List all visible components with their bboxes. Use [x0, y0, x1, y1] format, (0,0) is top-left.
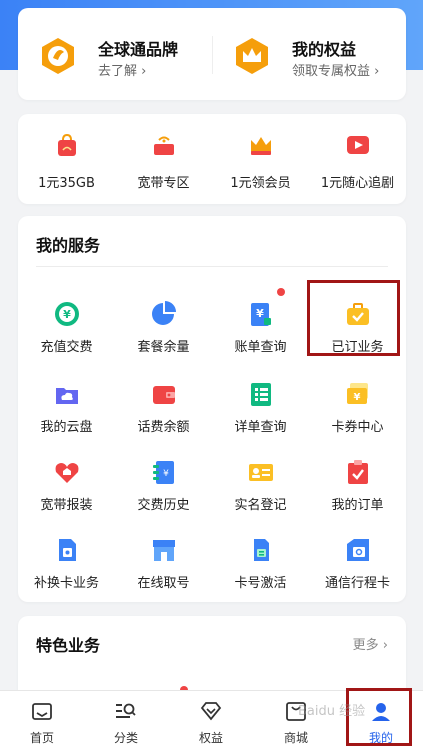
- watermark: Baidu 经验: [298, 704, 366, 719]
- service-label: 补换卡业务: [33, 576, 99, 591]
- travel-card-icon: [347, 539, 369, 561]
- list-detail-icon: [251, 383, 271, 406]
- sim-activate-icon: [254, 539, 269, 561]
- promo-video[interactable]: 1元随心追剧: [309, 114, 406, 204]
- section-title: 我的服务: [36, 236, 101, 255]
- coupon-icon: ¥: [347, 383, 368, 404]
- service-travel-card[interactable]: 通信行程卡: [309, 532, 406, 602]
- nav-label: 分类: [113, 731, 138, 745]
- global-brand-entry[interactable]: 全球通品牌 去了解 ›: [18, 8, 212, 100]
- my-services-card: 我的服务 ¥ 充值交费 套餐余量 ¥ 账单查询 已订业务 我的云盘 话费余额 详…: [18, 216, 406, 602]
- service-real-name-register[interactable]: 实名登记: [212, 454, 309, 524]
- service-cloud-disk[interactable]: 我的云盘: [18, 376, 115, 446]
- service-label: 卡券中心: [331, 420, 384, 435]
- highlight-annotation-box: [307, 280, 400, 356]
- svg-text:¥: ¥: [63, 308, 71, 321]
- service-label: 我的订单: [331, 498, 384, 513]
- service-label: 在线取号: [137, 576, 190, 591]
- promo-label: 宽带专区: [137, 176, 190, 191]
- more-link[interactable]: 更多 ›: [353, 634, 388, 653]
- divider: [36, 266, 388, 267]
- wallet-icon: [153, 386, 175, 404]
- service-label: 话费余额: [137, 420, 190, 435]
- service-label: 实名登记: [234, 498, 287, 513]
- service-label: 套餐余量: [137, 340, 190, 355]
- id-card-icon: [249, 464, 273, 481]
- service-label: 充值交费: [40, 340, 93, 355]
- service-broadband-install[interactable]: 宽带报装: [18, 454, 115, 524]
- service-label: 通信行程卡: [324, 576, 390, 591]
- category-search-icon: [116, 703, 136, 718]
- home-broadband-icon: [55, 463, 79, 483]
- promo-vip[interactable]: 1元领会员: [212, 114, 309, 204]
- promo-label: 1元随心追剧: [320, 176, 395, 191]
- service-coupon-center[interactable]: ¥ 卡券中心: [309, 376, 406, 446]
- bill-icon: ¥: [251, 303, 271, 326]
- svg-text:¥: ¥: [354, 392, 361, 403]
- nav-home[interactable]: 首页: [0, 691, 84, 753]
- cloud-folder-icon: [56, 388, 78, 404]
- service-label: 详单查询: [234, 420, 287, 435]
- order-clipboard-icon: [348, 460, 368, 484]
- nav-label: 商城: [283, 731, 308, 745]
- sim-card-icon: [59, 539, 76, 561]
- crown-icon: [236, 38, 268, 74]
- service-my-orders[interactable]: 我的订单: [309, 454, 406, 524]
- service-label: 账单查询: [234, 340, 287, 355]
- nav-label: 首页: [29, 731, 54, 745]
- diamond-icon: [200, 702, 222, 721]
- my-rights-title: 我的权益: [292, 40, 357, 59]
- service-payment-history[interactable]: ¥ 交费历史: [115, 454, 212, 524]
- globe-brand-icon: [42, 38, 74, 74]
- global-brand-subtitle: 去了解 ›: [98, 64, 147, 79]
- brand-card: 全球通品牌 去了解 › 我的权益 领取专属权益 ›: [18, 8, 406, 100]
- store-icon: [153, 540, 175, 561]
- vip-crown-icon: [251, 137, 271, 155]
- promo-label: 1元领会员: [230, 176, 291, 191]
- nav-rights[interactable]: 权益: [169, 691, 253, 753]
- home-icon: [32, 703, 52, 720]
- global-brand-title: 全球通品牌: [98, 40, 179, 59]
- svg-text:¥: ¥: [256, 307, 264, 320]
- service-online-queue-number[interactable]: 在线取号: [115, 532, 212, 602]
- notification-dot: [277, 288, 285, 296]
- yuan-circle-icon: ¥: [55, 302, 79, 326]
- service-bill-query[interactable]: ¥ 账单查询: [212, 296, 309, 366]
- service-label: 我的云盘: [40, 420, 93, 435]
- service-label: 宽带报装: [40, 498, 93, 513]
- promo-card: 1元35GB 宽带专区 1元领会员 1元随心追剧: [18, 114, 406, 204]
- my-rights-subtitle: 领取专属权益 ›: [292, 64, 380, 79]
- data-bag-icon: [58, 133, 76, 156]
- service-recharge[interactable]: ¥ 充值交费: [18, 296, 115, 366]
- section-title: 特色业务: [36, 636, 101, 655]
- video-play-icon: [347, 136, 369, 154]
- router-icon: [154, 136, 174, 155]
- nav-category[interactable]: 分类: [84, 691, 168, 753]
- service-detail-query[interactable]: 详单查询: [212, 376, 309, 446]
- service-sim-replacement[interactable]: 补换卡业务: [18, 532, 115, 602]
- service-label: 交费历史: [137, 498, 190, 513]
- promo-data-35gb[interactable]: 1元35GB: [18, 114, 115, 204]
- service-sim-activation[interactable]: 卡号激活: [212, 532, 309, 602]
- promo-broadband[interactable]: 宽带专区: [115, 114, 212, 204]
- service-plan-balance[interactable]: 套餐余量: [115, 296, 212, 366]
- svg-text:¥: ¥: [163, 469, 169, 479]
- payment-history-icon: ¥: [153, 461, 174, 484]
- promo-label: 1元35GB: [38, 176, 95, 191]
- service-label: 卡号激活: [234, 576, 287, 591]
- nav-label: 权益: [198, 731, 223, 745]
- service-phone-balance[interactable]: 话费余额: [115, 376, 212, 446]
- my-rights-entry[interactable]: 我的权益 领取专属权益 ›: [212, 8, 406, 100]
- pie-chart-icon: [152, 301, 176, 325]
